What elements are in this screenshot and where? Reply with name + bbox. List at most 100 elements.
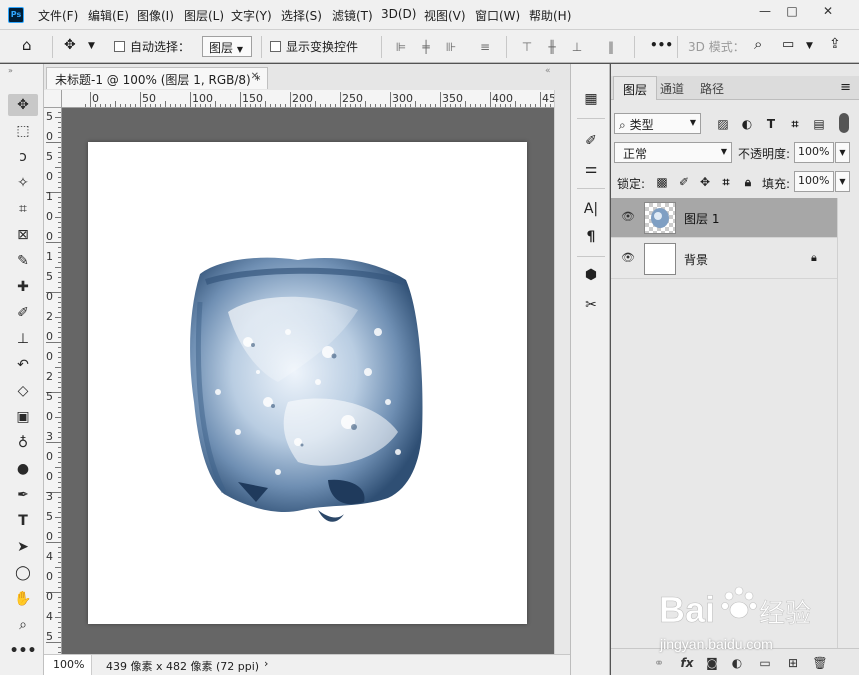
menu-filter[interactable]: 滤镜(T) [332,7,373,24]
workspace-icon[interactable]: ▭ [782,37,794,52]
align-top-icon[interactable]: ⊤ [520,40,534,54]
auto-select-checkbox[interactable]: 自动选择： [114,38,190,55]
opacity-input[interactable]: 100% [794,142,834,163]
menu-image[interactable]: 图像(I) [137,7,174,24]
search-icon[interactable]: ⌕ [754,35,762,53]
healing-brush-icon[interactable]: ✚ [8,276,38,298]
menu-view[interactable]: 视图(V) [424,7,466,24]
ellipse-tool-icon[interactable]: ◯ [8,562,38,584]
lasso-tool-icon[interactable]: ↄ [8,146,38,168]
shape-filter-icon[interactable]: ⌗ [787,116,803,132]
layer-name[interactable]: 图层 1 [684,210,719,227]
align-left-icon[interactable]: ⊫ [394,40,408,54]
collapse-icon[interactable]: » [8,66,13,75]
align-bottom-icon[interactable]: ⊥ [570,40,584,54]
link-icon[interactable]: ⚭ [651,655,667,671]
vertical-scrollbar[interactable] [554,90,570,654]
layers-scrollbar[interactable] [837,198,859,648]
menu-select[interactable]: 选择(S) [281,7,322,24]
adjustments-icon[interactable]: ⚌ [580,158,602,180]
hand-tool-icon[interactable]: ✋ [8,588,38,610]
chevron-down-icon[interactable]: ▼ [835,142,850,163]
type-tool-icon[interactable]: T [8,510,38,532]
menu-help[interactable]: 帮助(H) [529,7,571,24]
history-icon[interactable]: ▦ [580,88,602,110]
pen-tool-icon[interactable]: ✒ [8,484,38,506]
path-select-icon[interactable]: ➤ [8,536,38,558]
eraser-icon[interactable]: ◇ [8,380,38,402]
type-filter-icon[interactable]: T [763,116,779,132]
pixel-filter-icon[interactable]: ▨ [715,116,731,132]
menu-3d[interactable]: 3D(D) [381,7,416,21]
chevron-down-icon[interactable]: ▼ [88,41,95,51]
menu-edit[interactable]: 编辑(E) [88,7,129,24]
stamp-tool-icon[interactable]: ⊥ [8,328,38,350]
menu-file[interactable]: 文件(F) [38,7,78,24]
brush-settings-icon[interactable]: ✐ [580,130,602,152]
move-tool-icon[interactable]: ✥ [64,37,76,53]
eye-icon[interactable]: 👁︎ [621,210,635,224]
paragraph-icon[interactable]: ¶ [580,226,602,248]
filter-toggle[interactable] [839,113,849,133]
filter-type-dropdown[interactable]: ⌕ 类型 ▼ [614,113,701,134]
lock-transparent-icon[interactable]: ▩ [654,174,670,190]
align-center-icon[interactable]: ╪ [419,40,433,54]
lock-position-icon[interactable]: ✥ [697,174,713,190]
frame-tool-icon[interactable]: ⊠ [8,224,38,246]
folder-icon[interactable]: ▭ [757,655,773,671]
new-layer-icon[interactable]: ⊞ [785,655,801,671]
dodge-tool-icon[interactable]: ● [8,458,38,480]
blend-mode-dropdown[interactable]: 正常 ▼ [614,142,732,163]
adjustment-filter-icon[interactable]: ◐ [739,116,755,132]
magic-wand-icon[interactable]: ✧ [8,172,38,194]
tool-presets-icon[interactable]: ✂ [580,294,602,316]
marquee-tool-icon[interactable]: ⬚ [8,120,38,142]
menu-window[interactable]: 窗口(W) [475,7,520,24]
maximize-button[interactable]: □ [779,2,805,20]
layer-row-background[interactable]: 👁︎ 背景 🔒︎ [611,239,837,279]
zoom-level[interactable]: 100% [44,655,92,675]
align-middle-icon[interactable]: ╫ [545,40,559,54]
fill-input[interactable]: 100% [794,171,834,192]
eye-icon[interactable]: 👁︎ [621,251,635,265]
tab-paths[interactable]: 路径 [691,76,733,100]
show-transform-checkbox[interactable]: 显示变换控件 [270,38,358,55]
chevron-down-icon[interactable]: ▼ [835,171,850,192]
menu-layer[interactable]: 图层(L) [184,7,224,24]
mask-icon[interactable]: ◙ [704,655,720,671]
document-canvas[interactable] [88,142,527,624]
canvas-area[interactable] [62,108,554,654]
minimize-button[interactable]: — [752,2,778,20]
lock-all-icon[interactable]: 🔒︎ [740,174,756,190]
zoom-tool-icon[interactable]: ⌕ [8,614,38,636]
auto-select-target-dropdown[interactable]: 图层 ▼ [202,36,252,57]
layer-name[interactable]: 背景 [684,251,708,268]
layer-row-layer1[interactable]: 👁︎ 图层 1 [611,198,837,238]
panel-menu-icon[interactable]: ≡ [840,80,851,95]
move-tool-icon[interactable]: ✥ [8,94,38,116]
gradient-tool-icon[interactable]: ▣ [8,406,38,428]
status-menu-arrow[interactable]: › [264,657,268,670]
align-right-icon[interactable]: ⊪ [444,40,458,54]
close-button[interactable]: ✕ [815,2,841,20]
crop-tool-icon[interactable]: ⌗ [8,198,38,220]
more-tools-icon[interactable]: ••• [8,640,38,662]
menu-type[interactable]: 文字(Y) [231,7,272,24]
tab-channels[interactable]: 通道 [651,76,693,100]
blur-tool-icon[interactable]: ♁ [8,432,38,454]
share-icon[interactable]: ⇪ [829,36,841,52]
more-options-icon[interactable]: ••• [650,38,673,52]
adjustment-icon[interactable]: ◐ [729,655,745,671]
history-brush-icon[interactable]: ↶ [8,354,38,376]
character-icon[interactable]: A| [580,198,602,220]
fx-icon[interactable]: fx [679,655,695,671]
chevron-down-icon[interactable]: ▼ [806,41,813,51]
brush-tool-icon[interactable]: ✐ [8,302,38,324]
close-tab-icon[interactable]: ✕ [251,71,259,82]
document-tab[interactable]: 未标题-1 @ 100% (图层 1, RGB/8) * ✕ [46,67,268,89]
collapse-icon[interactable]: « [545,66,551,76]
lock-artboard-icon[interactable]: ⌗ [718,174,734,190]
distribute-icon[interactable]: ≡ [478,40,492,54]
trash-icon[interactable]: 🗑︎ [812,655,828,671]
distribute-v-icon[interactable]: ‖ [604,40,618,54]
